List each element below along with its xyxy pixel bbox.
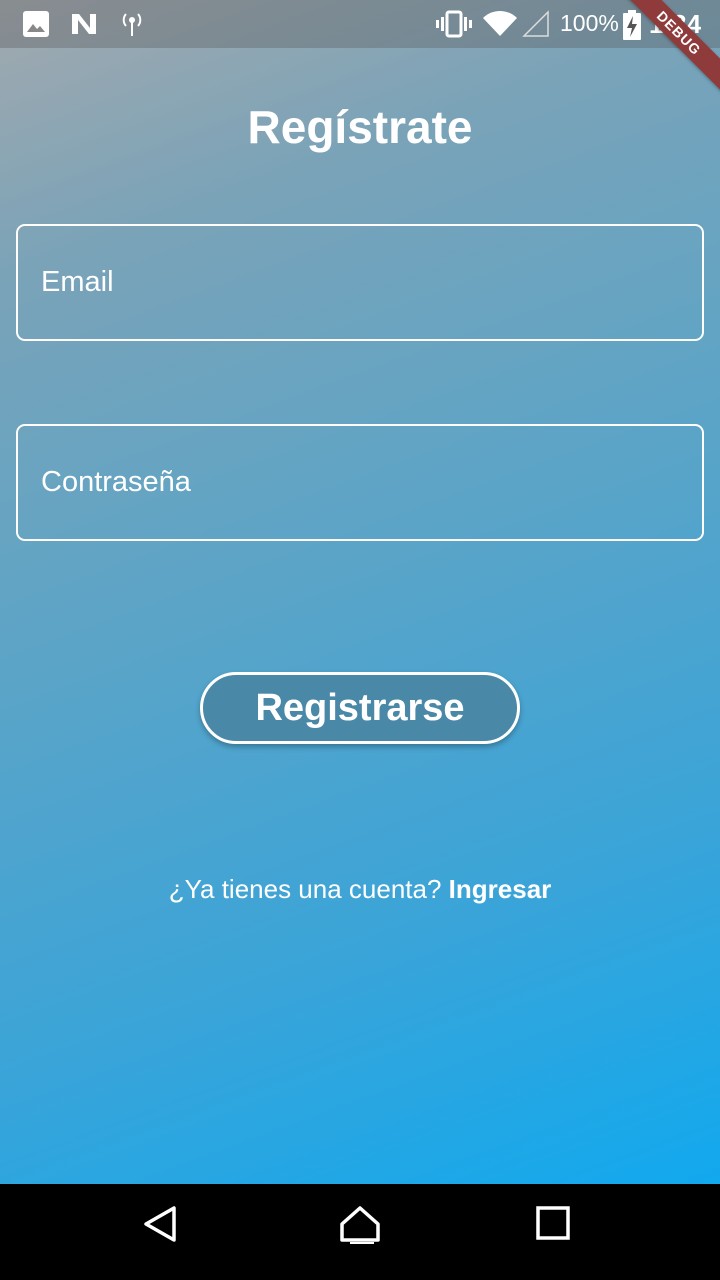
password-field-container — [16, 424, 704, 541]
wifi-icon — [482, 10, 518, 43]
battery-percent: 100% — [560, 10, 619, 36]
n-notification-icon — [70, 10, 98, 43]
login-prompt-row: ¿Ya tienes una cuenta? Ingresar — [0, 874, 720, 905]
login-link[interactable]: Ingresar — [449, 874, 552, 904]
page-title: Regístrate — [247, 101, 473, 153]
email-field[interactable] — [18, 226, 702, 339]
email-field-container — [16, 224, 704, 341]
hotspot-icon — [119, 10, 145, 43]
navigation-bar — [0, 1184, 720, 1280]
recents-icon[interactable] — [534, 1204, 574, 1249]
login-prompt-text: ¿Ya tienes una cuenta? — [168, 874, 442, 904]
signal-icon — [522, 10, 550, 43]
battery-charging-icon — [622, 10, 642, 45]
vibrate-icon — [436, 10, 472, 43]
back-icon[interactable] — [140, 1204, 180, 1249]
password-field[interactable] — [18, 426, 702, 539]
register-screen: 100% 1:34 DEBUG Regístrate Registrarse ¿… — [0, 0, 720, 1280]
status-bar: 100% 1:34 — [0, 0, 720, 48]
image-icon — [22, 10, 50, 43]
home-icon[interactable] — [338, 1204, 382, 1253]
register-button[interactable]: Registrarse — [200, 672, 520, 744]
